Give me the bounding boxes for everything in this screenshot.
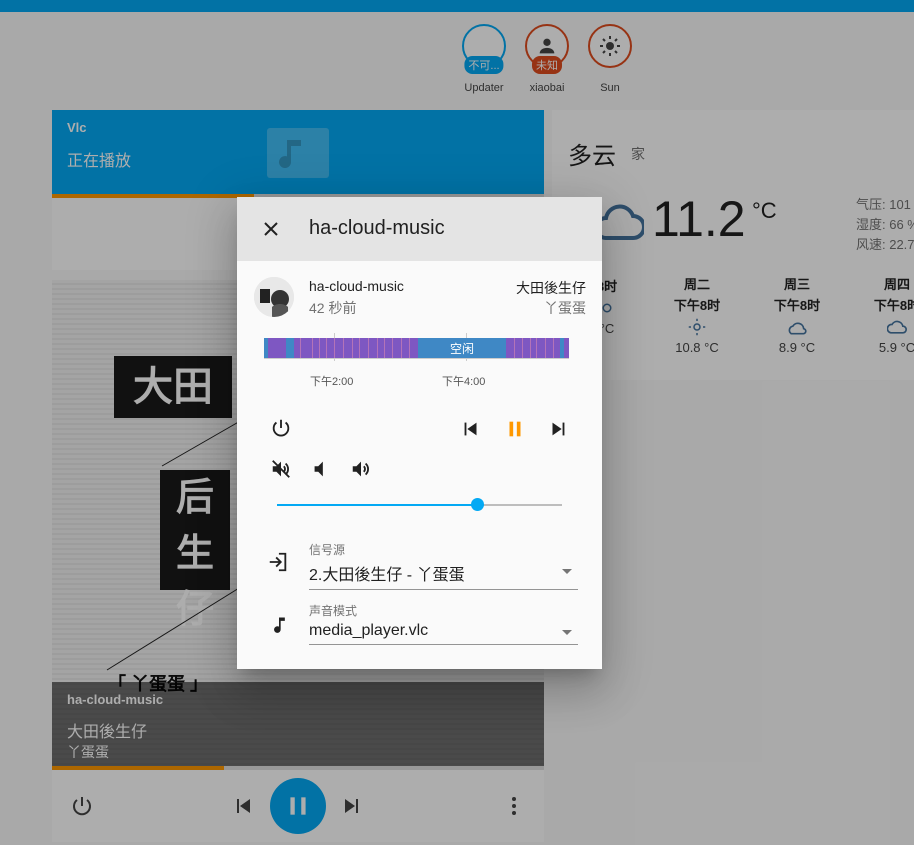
timeline-stripe [514,338,515,358]
music-note-icon [269,614,289,636]
timeline-stripe [334,338,335,358]
timeline-segment-idle [286,338,294,358]
history-timeline[interactable]: 空闲 [264,338,569,358]
timeline-stripe [300,338,301,358]
timeline-stripe [352,338,353,358]
entity-avatar [254,277,294,317]
timeline-stripe [359,338,360,358]
sound-mode-label: 声音模式 [309,604,358,618]
timeline-stripe [377,338,378,358]
timeline-stripe [384,338,385,358]
timeline-stripe [545,338,546,358]
timeline-stripe [553,338,554,358]
close-icon[interactable] [259,217,283,246]
timeline-stripe [326,338,327,358]
entity-last-changed: 42 秒前 [309,300,357,316]
source-select-label: 信号源 [309,543,346,557]
sound-mode-value: media_player.vlc [309,622,578,645]
skip-next-icon[interactable] [547,418,569,440]
login-icon [267,551,289,573]
volume-minus-icon[interactable] [310,458,332,480]
entity-media-title: 大田後生仔 [516,280,586,296]
timeline-stripe [522,338,523,358]
dialog-header: ha-cloud-music [237,197,602,261]
timeline-stripe [530,338,531,358]
timeline-stripe [392,338,393,358]
volume-slider[interactable] [277,498,562,511]
timeline-stripe [343,338,344,358]
source-select-text: 2.大田後生仔 - 丫蛋蛋 [309,567,465,584]
sound-mode-select[interactable]: 声音模式 media_player.vlc [309,602,578,645]
timeline-stripe [536,338,537,358]
timeline-stripe [409,338,410,358]
timeline-stripe [401,338,402,358]
timeline-tick-label: 下午2:00 [310,376,354,388]
timeline-stripe [312,338,313,358]
timeline-axis [264,358,569,359]
entity-name: ha-cloud-music [309,278,404,294]
entity-media-artist: 丫蛋蛋 [544,300,586,316]
power-icon[interactable] [270,417,292,439]
timeline-tick-label: 下午4:00 [442,376,486,388]
pause-icon[interactable] [504,418,526,440]
timeline-segment-idle [560,338,564,358]
chevron-down-icon [562,569,572,574]
timeline-idle-label: 空闲 [450,342,475,356]
timeline-stripe [319,338,320,358]
source-select[interactable]: 信号源 2.大田後生仔 - 丫蛋蛋 [309,541,578,590]
timeline-stripe [368,338,369,358]
volume-mute-icon[interactable] [270,458,292,480]
timeline-segment-idle [264,338,268,358]
volume-slider-fill [277,504,477,506]
volume-plus-icon[interactable] [350,458,372,480]
chevron-down-icon [562,630,572,635]
sound-mode-text: media_player.vlc [309,622,429,639]
skip-previous-icon[interactable] [460,418,482,440]
more-info-dialog: ha-cloud-music ha-cloud-music 42 秒前 大田後生… [237,197,602,669]
volume-slider-knob[interactable] [470,498,484,511]
source-select-value: 2.大田後生仔 - 丫蛋蛋 [309,561,578,590]
dialog-title: ha-cloud-music [309,217,445,239]
